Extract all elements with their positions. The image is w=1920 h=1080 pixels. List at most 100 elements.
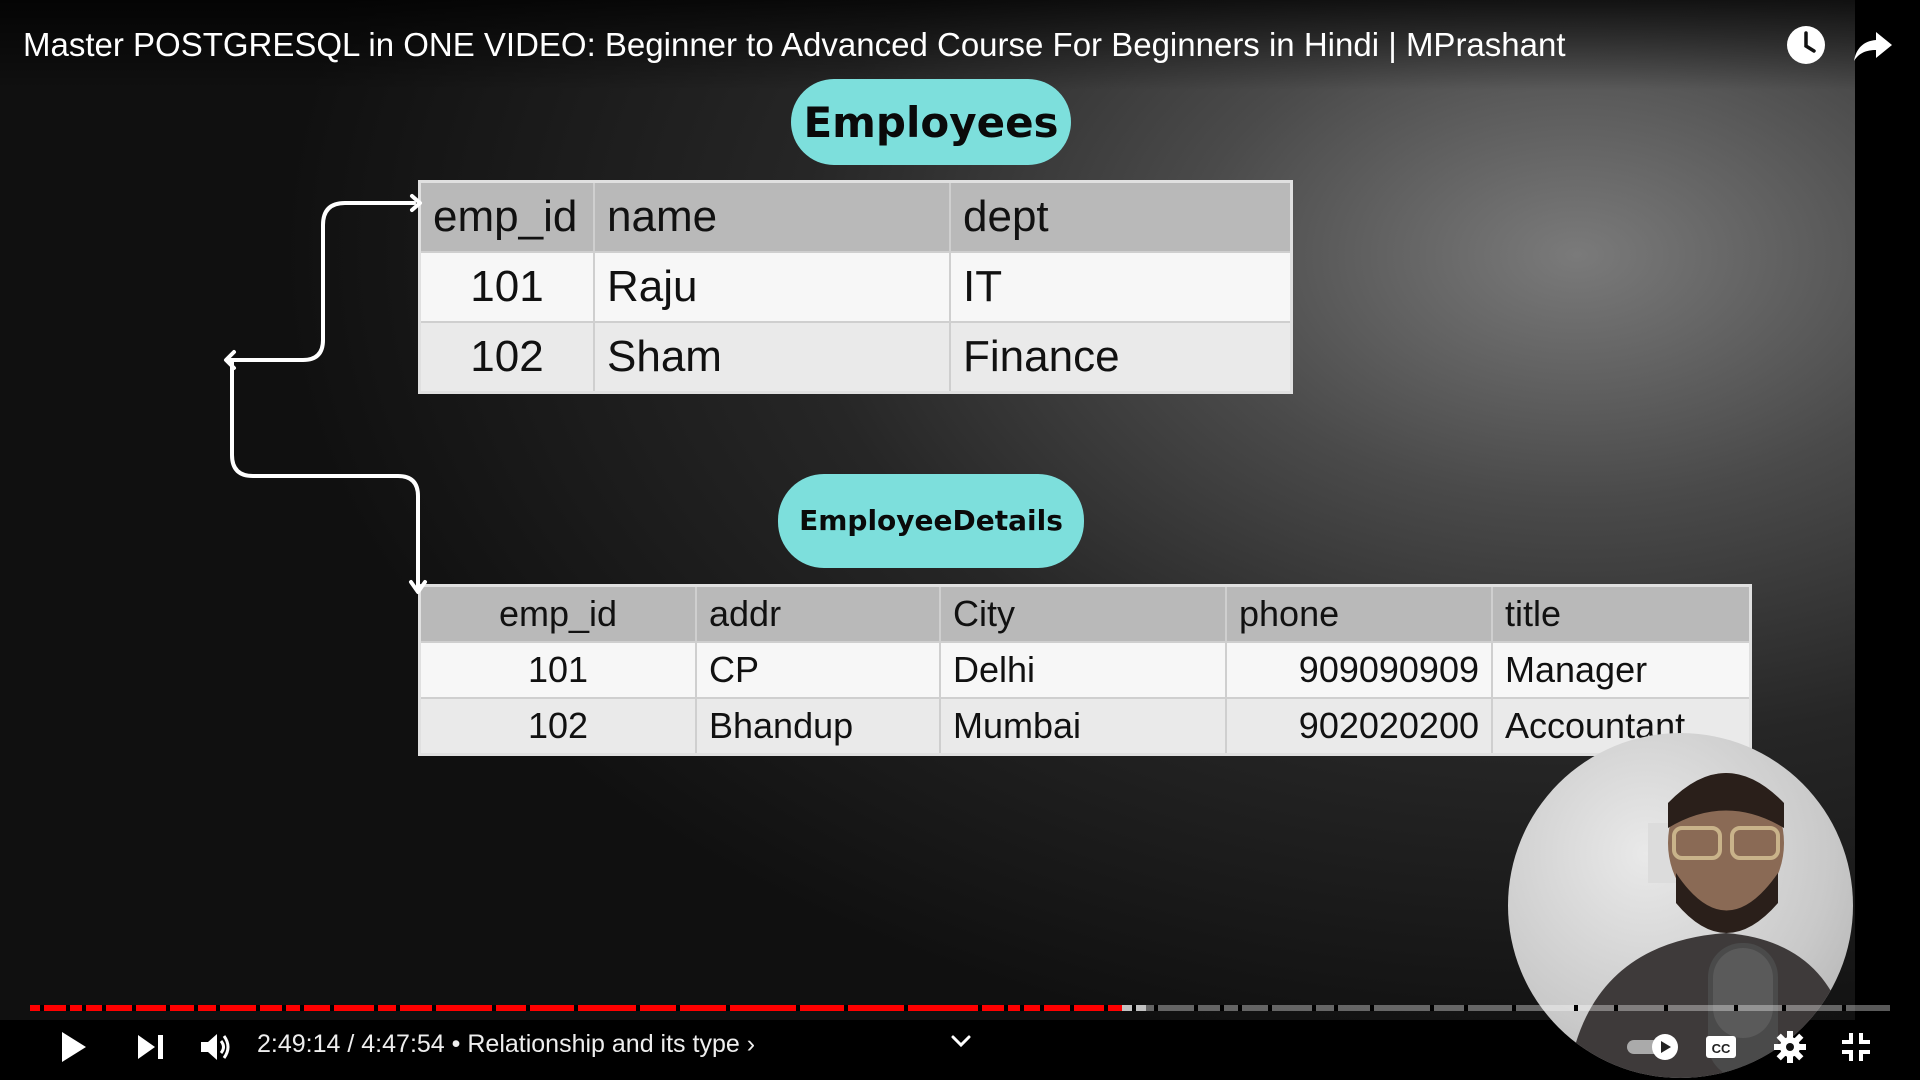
chapter-marker (844, 1005, 848, 1011)
table-cell: Delhi (939, 641, 1227, 699)
chapter-marker (1334, 1005, 1338, 1011)
chapter-marker (1020, 1005, 1024, 1011)
time-display: 2:49:14 / 4:47:54 • Relationship and its… (257, 1030, 755, 1059)
table-cell: Manager (1491, 641, 1752, 699)
chapter-marker (374, 1005, 378, 1011)
volume-icon[interactable] (199, 1031, 233, 1063)
settings-icon[interactable] (1773, 1030, 1807, 1064)
chapter-marker (1154, 1005, 1158, 1011)
chapter-marker (216, 1005, 220, 1011)
employees-table: emp_id name dept 101 Raju IT 102 Sham Fi… (418, 180, 1293, 394)
svg-text:CC: CC (1712, 1041, 1731, 1056)
column-header: emp_id (418, 584, 697, 643)
column-header: phone (1225, 584, 1493, 643)
next-icon[interactable] (136, 1033, 166, 1061)
table-cell: Bhandup (695, 697, 941, 756)
chapter-title[interactable]: Relationship and its type (467, 1030, 739, 1058)
details-label-line2: Details (952, 504, 1063, 537)
video-letterbox (1855, 0, 1920, 1080)
progress-bar[interactable] (30, 1005, 1890, 1011)
table-row: 102 Bhandup Mumbai 902020200 Accountant (418, 697, 1752, 756)
chevron-down-icon[interactable] (950, 1034, 972, 1048)
table-cell: Mumbai (939, 697, 1227, 756)
table-cell: 902020200 (1225, 697, 1493, 756)
table-cell: 102 (418, 321, 595, 394)
column-header: City (939, 584, 1227, 643)
autoplay-toggle-icon[interactable] (1625, 1032, 1681, 1062)
video-title[interactable]: Master POSTGRESQL in ONE VIDEO: Beginner… (23, 26, 1566, 64)
table-cell: 101 (418, 641, 697, 699)
chapter-marker (726, 1005, 730, 1011)
table-cell: Raju (593, 251, 951, 323)
chapter-marker (194, 1005, 198, 1011)
chapter-marker (978, 1005, 982, 1011)
bullet-separator: • (451, 1030, 468, 1058)
column-header: title (1491, 584, 1752, 643)
chapter-marker (1194, 1005, 1198, 1011)
chapter-marker (1004, 1005, 1008, 1011)
employees-table-label: Employees (791, 79, 1071, 165)
chapter-marker (1430, 1005, 1434, 1011)
table-cell: Finance (949, 321, 1293, 394)
play-icon[interactable] (58, 1030, 90, 1064)
chevron-right-icon[interactable]: › (747, 1030, 755, 1058)
chapter-marker (796, 1005, 800, 1011)
chapter-marker (256, 1005, 260, 1011)
watch-later-icon[interactable] (1783, 22, 1829, 68)
chapter-marker (1238, 1005, 1242, 1011)
chapter-marker (330, 1005, 334, 1011)
table-cell: CP (695, 641, 941, 699)
column-header: addr (695, 584, 941, 643)
details-label-line1: Employee (799, 504, 953, 537)
chapter-marker (132, 1005, 136, 1011)
presenter-webcam (1508, 733, 1853, 1078)
chapter-marker (904, 1005, 908, 1011)
exit-fullscreen-icon[interactable] (1840, 1031, 1872, 1063)
chapter-marker (282, 1005, 286, 1011)
chapter-marker (102, 1005, 106, 1011)
chapter-marker (166, 1005, 170, 1011)
table-cell: 909090909 (1225, 641, 1493, 699)
chapter-marker (1734, 1005, 1738, 1011)
chapter-marker (676, 1005, 680, 1011)
chapter-marker (1782, 1005, 1786, 1011)
column-header: dept (949, 180, 1293, 253)
chapter-marker (1842, 1005, 1846, 1011)
current-time: 2:49:14 (257, 1030, 341, 1058)
share-icon[interactable] (1850, 22, 1896, 68)
chapter-marker (574, 1005, 578, 1011)
chapter-marker (1574, 1005, 1578, 1011)
table-row: 101 CP Delhi 909090909 Manager (418, 641, 1752, 699)
chapter-marker (1664, 1005, 1668, 1011)
chapter-marker (1220, 1005, 1224, 1011)
chapter-marker (1040, 1005, 1044, 1011)
chapter-marker (1312, 1005, 1316, 1011)
chapter-marker (300, 1005, 304, 1011)
chapter-marker (1614, 1005, 1618, 1011)
table-row: 102 Sham Finance (418, 321, 1293, 394)
chapter-marker (1464, 1005, 1468, 1011)
table-cell: IT (949, 251, 1293, 323)
chapter-marker (1370, 1005, 1374, 1011)
chapter-marker (1132, 1005, 1136, 1011)
captions-icon[interactable]: CC (1704, 1033, 1738, 1061)
chapter-marker (40, 1005, 44, 1011)
chapter-marker (1268, 1005, 1272, 1011)
duration: 4:47:54 (361, 1030, 445, 1058)
table-row: 101 Raju IT (418, 251, 1293, 323)
column-header: emp_id (418, 180, 595, 253)
table-cell: 101 (418, 251, 595, 323)
chapter-marker (1070, 1005, 1074, 1011)
chapter-marker (1104, 1005, 1108, 1011)
time-separator: / (347, 1030, 362, 1058)
employee-details-table-label: Employee Details (778, 474, 1084, 568)
chapter-marker (636, 1005, 640, 1011)
chapter-marker (396, 1005, 400, 1011)
table-cell: Sham (593, 321, 951, 394)
chapter-marker (492, 1005, 496, 1011)
presenter-silhouette (1568, 773, 1853, 1078)
employee-details-table: emp_id addr City phone title 101 CP Delh… (418, 584, 1752, 756)
column-header: name (593, 180, 951, 253)
employees-header-row: emp_id name dept (418, 180, 1293, 253)
chapter-marker (526, 1005, 530, 1011)
